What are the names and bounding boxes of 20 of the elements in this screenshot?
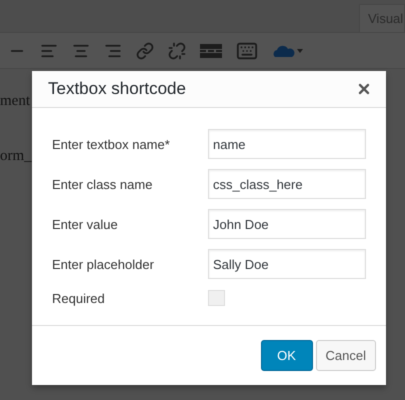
link-icon[interactable] [136, 42, 154, 60]
field-label: Enter class name [52, 176, 154, 192]
editor-text: orm_ [0, 148, 32, 165]
input-field[interactable]: css_class_here [208, 169, 366, 199]
field-label: Enter placeholder [52, 256, 155, 272]
field-label: Enter textbox name* [52, 136, 171, 152]
checkbox[interactable] [208, 290, 225, 306]
editor-text: ment [0, 93, 30, 110]
input-field[interactable]: name [208, 129, 366, 159]
close-button[interactable] [356, 81, 372, 97]
input-field[interactable]: Sally Doe [208, 249, 366, 279]
read-more-icon[interactable] [200, 44, 222, 58]
field-label: Enter value [52, 216, 119, 232]
input-field[interactable]: John Doe [208, 209, 366, 239]
ok-button[interactable]: OK [260, 340, 313, 371]
dialog-title: Textbox shortcode [48, 79, 186, 99]
cloud-icon[interactable] [272, 44, 304, 58]
unlink-icon[interactable] [168, 42, 186, 60]
cancel-button[interactable]: Cancel [316, 340, 376, 371]
field-label: Required [52, 290, 106, 306]
